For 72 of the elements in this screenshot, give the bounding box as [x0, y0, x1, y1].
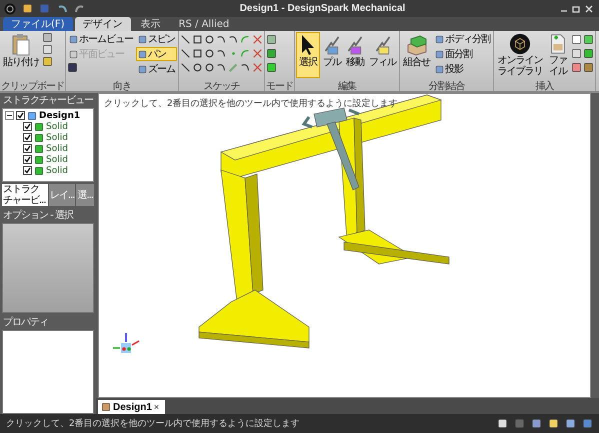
tree-item[interactable]: Solid	[46, 154, 68, 164]
tree-item[interactable]: Solid	[46, 166, 68, 176]
ribbon-button[interactable]: 投影	[433, 62, 492, 76]
blocks-icon	[404, 33, 428, 57]
ribbon-button[interactable]: パン	[136, 47, 177, 61]
ribbon-button[interactable]: ボディ分割	[433, 32, 492, 46]
undo-icon[interactable]	[56, 2, 68, 14]
sketch-tool-icon[interactable]	[192, 48, 203, 59]
file-icon	[548, 33, 568, 55]
panel-title: オプション - 選択	[3, 208, 73, 222]
sketch-tool-icon[interactable]	[216, 34, 227, 45]
redo-icon[interactable]	[74, 2, 86, 14]
sketch-tool-icon[interactable]	[216, 62, 227, 73]
sketch-tool-icon[interactable]	[204, 34, 215, 45]
app-logo-icon[interactable]	[4, 2, 16, 14]
ribbon-tab[interactable]: RS / Allied	[170, 17, 238, 31]
cube-logo-icon	[508, 33, 532, 55]
group-label: 向き	[112, 80, 132, 91]
status-text: クリックして、2番目の選択を他のツール内で使用するように設定します	[6, 418, 301, 430]
close-icon[interactable]: ×	[154, 402, 160, 412]
viewport-hint: クリックして、2番目の選択を他のツール内で使用するように設定します	[104, 98, 398, 110]
sketch-tool-icon[interactable]	[180, 48, 191, 59]
panel-tab[interactable]: 選...	[76, 184, 94, 206]
checkbox[interactable]	[23, 133, 32, 142]
checkbox[interactable]	[16, 111, 25, 120]
ribbon-button[interactable]: ズーム	[136, 62, 177, 76]
ribbon-button[interactable]: スピン	[136, 32, 177, 46]
checkbox[interactable]	[23, 122, 32, 131]
group-label: 分割結合	[428, 80, 466, 91]
window-controls-icon[interactable]	[559, 4, 595, 14]
ribbon-button[interactable]: オンラインライブラリ	[495, 32, 545, 78]
group-label: スケッチ	[202, 80, 241, 91]
ribbon-button[interactable]: 選択	[296, 32, 320, 78]
tree-item[interactable]: Solid	[46, 132, 68, 142]
tree-item[interactable]: Design1	[39, 110, 80, 120]
group-label: モード	[266, 80, 293, 91]
sketch-tool-icon[interactable]	[216, 48, 227, 59]
ribbon-button[interactable]: 面分割	[433, 47, 492, 61]
panel-tab[interactable]: ストラクチャービ...	[2, 184, 48, 206]
panel-tab[interactable]: レイ...	[48, 184, 76, 206]
collapse-icon[interactable]	[5, 111, 14, 120]
sketch-tool-icon[interactable]	[180, 34, 191, 45]
ribbon-tab[interactable]: 表示	[132, 17, 169, 31]
file-menu-tab[interactable]: ファイル(F)	[3, 17, 73, 31]
sketch-tool-icon[interactable]	[180, 62, 191, 73]
group-label: クリップボード	[1, 80, 64, 91]
tree-item[interactable]: Solid	[46, 122, 68, 132]
ribbon-button[interactable]: ファイル	[546, 32, 570, 78]
sketch-tool-icon[interactable]	[192, 34, 203, 45]
tree-item[interactable]: Solid	[46, 144, 68, 154]
ribbon-button[interactable]: ホームビュー	[67, 32, 135, 46]
ribbon-button[interactable]: 貼り付け	[1, 32, 41, 78]
checkbox[interactable]	[23, 166, 32, 175]
document-tab[interactable]: Design1 ×	[98, 400, 166, 414]
ribbon-button[interactable]: 組合せ	[401, 32, 432, 78]
checkbox[interactable]	[23, 155, 32, 164]
ribbon-button[interactable]: プル	[321, 32, 343, 78]
sketch-tool-icon[interactable]	[240, 62, 251, 73]
panel-title: プロパティ	[3, 316, 48, 328]
ribbon-button[interactable]: フィル	[367, 32, 398, 78]
panel-title: ストラクチャービュー	[3, 94, 93, 106]
ribbon-tab[interactable]: デザイン	[74, 17, 131, 31]
sketch-tool-icon[interactable]	[228, 34, 239, 45]
window-title: Design1 - DesignSpark Mechanical	[238, 3, 406, 14]
sketch-tool-icon[interactable]	[192, 62, 203, 73]
group-label: 編集	[337, 80, 358, 91]
checkbox[interactable]	[23, 144, 32, 153]
ribbon-button[interactable]: 移動	[344, 32, 366, 78]
sketch-tool-icon[interactable]	[204, 62, 215, 73]
3d-viewport[interactable]: クリックして、2番目の選択を他のツール内で使用するように設定します	[98, 93, 591, 398]
group-label: 挿入	[534, 80, 555, 91]
sketch-tool-icon[interactable]	[204, 48, 215, 59]
